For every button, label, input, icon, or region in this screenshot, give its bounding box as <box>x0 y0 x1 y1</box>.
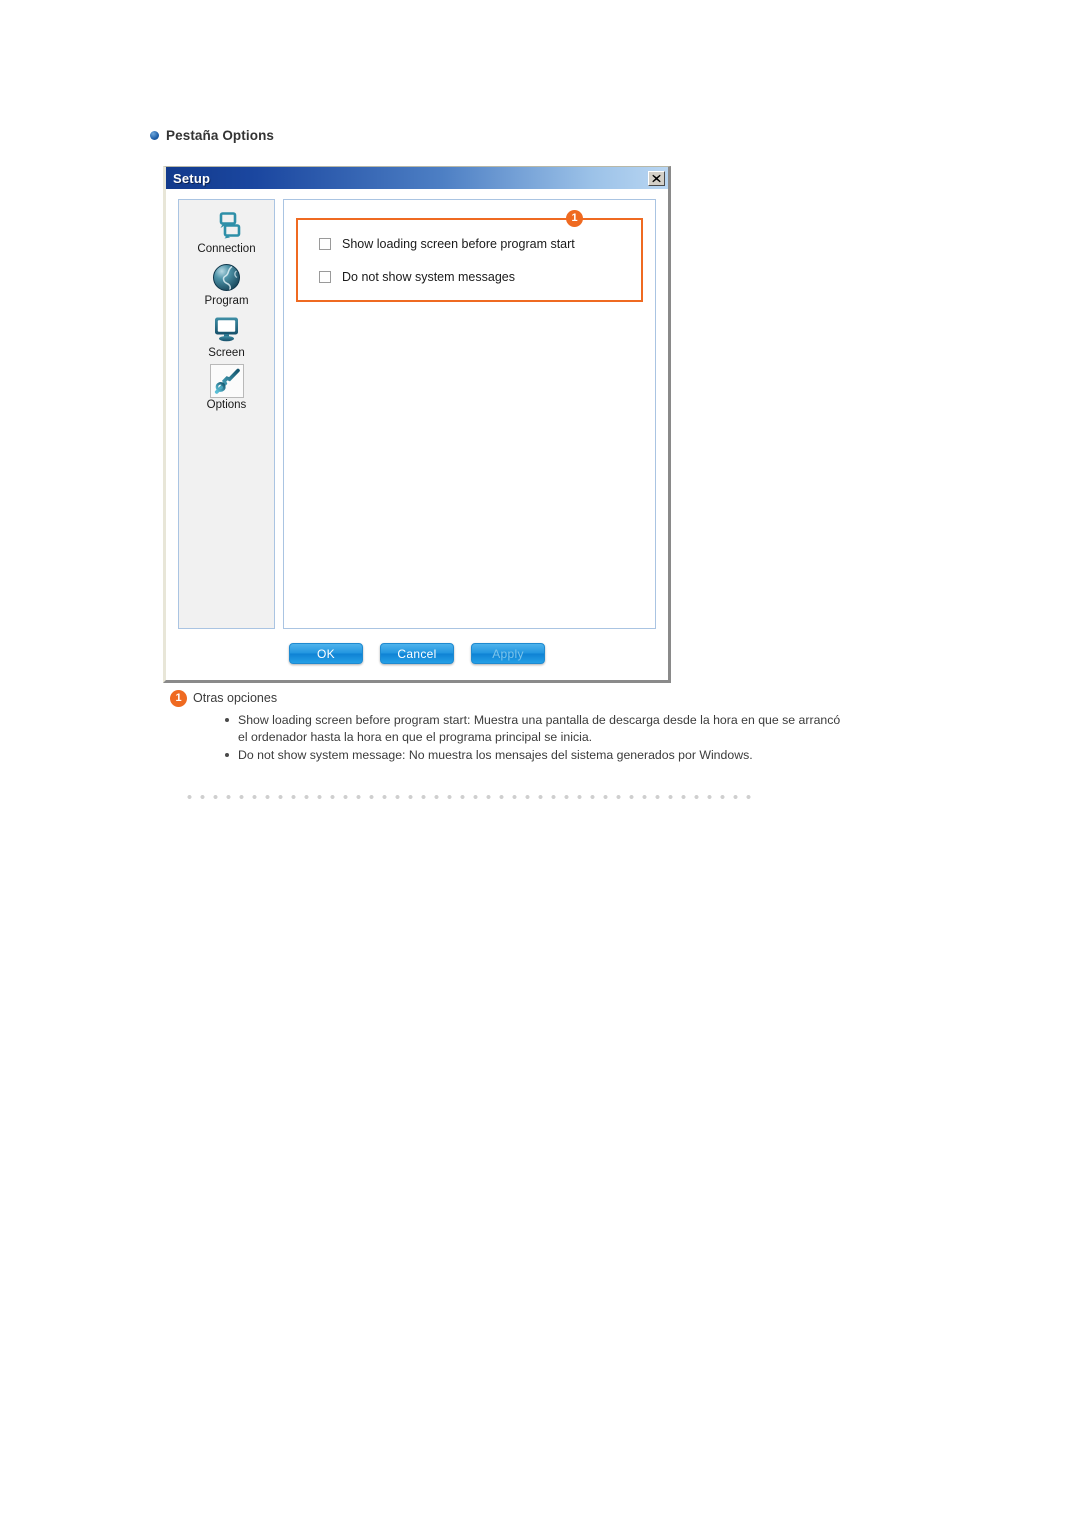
dialog-button-row: OK Cancel Apply <box>178 643 656 664</box>
no-system-messages-checkbox[interactable] <box>319 271 331 283</box>
dialog-body: Connection Program Screen Options 1 Show… <box>166 189 668 680</box>
options-content-pane: 1 Show loading screen before program sta… <box>283 199 656 629</box>
page-title: Pestaña Options <box>166 128 275 143</box>
setup-dialog-window: Setup Connection Program Screen Options … <box>163 166 671 683</box>
sidebar-item-connection-label: Connection <box>197 243 256 255</box>
caption-block: 1 Otras opciones Show loading screen bef… <box>170 690 850 766</box>
sidebar-item-screen-label: Screen <box>208 347 245 359</box>
ok-button[interactable]: OK <box>289 643 363 664</box>
dialog-panes: Connection Program Screen Options 1 Show… <box>178 199 656 629</box>
no-system-messages-label: Do not show system messages <box>342 270 515 284</box>
dialog-title: Setup <box>173 170 211 186</box>
close-icon <box>652 174 661 182</box>
caption-item-text: Show loading screen before program start… <box>238 713 841 744</box>
cancel-button[interactable]: Cancel <box>380 643 454 664</box>
close-button[interactable] <box>648 170 665 186</box>
sidebar-item-options[interactable]: Options <box>179 364 274 411</box>
settings-sidebar: Connection Program Screen Options <box>178 199 275 629</box>
caption-heading: 1 Otras opciones <box>170 690 850 707</box>
monitor-icon <box>208 312 246 346</box>
sidebar-item-screen[interactable]: Screen <box>179 312 274 359</box>
list-item: Show loading screen before program start… <box>225 712 850 745</box>
show-loading-screen-checkbox[interactable] <box>319 238 331 250</box>
caption-list: Show loading screen before program start… <box>225 712 850 764</box>
dotted-divider <box>183 793 758 801</box>
sidebar-item-options-label: Options <box>206 399 247 411</box>
list-item: Do not show system message: No muestra l… <box>225 747 850 764</box>
bullet-icon <box>225 753 229 757</box>
sidebar-item-program-label: Program <box>204 295 249 307</box>
dialog-titlebar: Setup <box>166 167 668 189</box>
caption-badge-1: 1 <box>170 690 187 707</box>
apply-button[interactable]: Apply <box>471 643 545 664</box>
globe-icon <box>208 260 246 294</box>
callout-badge-1: 1 <box>566 210 583 227</box>
sidebar-item-program[interactable]: Program <box>179 260 274 307</box>
caption-title: Otras opciones <box>193 691 278 705</box>
page-section-heading: Pestaña Options <box>150 128 274 143</box>
bullet-icon <box>225 718 229 722</box>
options-highlight-box: 1 Show loading screen before program sta… <box>296 210 643 302</box>
blue-dot-icon <box>150 131 159 140</box>
checkbox-row-no-system-messages[interactable]: Do not show system messages <box>319 270 629 284</box>
connection-icon <box>208 208 246 242</box>
wrench-icon <box>209 364 244 398</box>
sidebar-item-connection[interactable]: Connection <box>179 208 274 255</box>
checkbox-row-show-loading-screen[interactable]: Show loading screen before program start <box>319 237 629 251</box>
caption-item-text: Do not show system message: No muestra l… <box>238 748 753 762</box>
show-loading-screen-label: Show loading screen before program start <box>342 237 575 251</box>
